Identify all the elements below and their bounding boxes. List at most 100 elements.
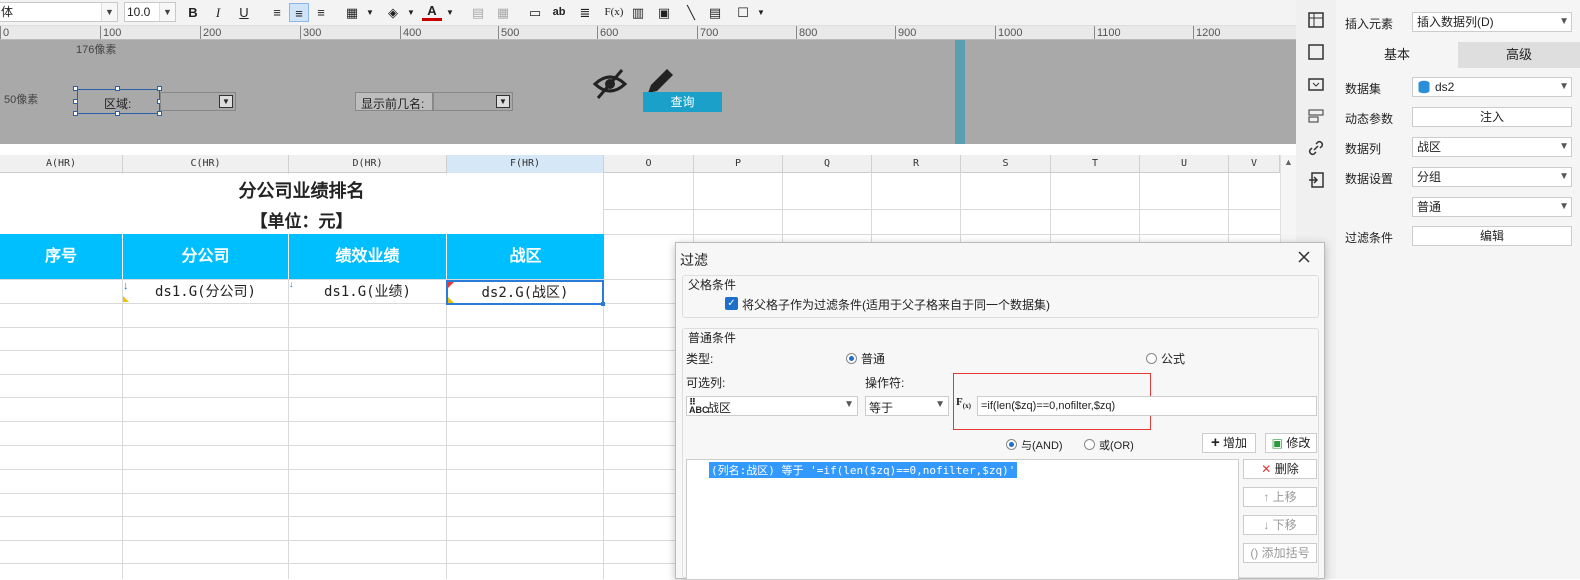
cell-region-selected[interactable]: ds2.G(战区) <box>446 280 604 305</box>
parent-checkbox[interactable]: ✓ <box>725 297 738 310</box>
radio-icon[interactable] <box>1146 353 1157 364</box>
delete-button[interactable]: ✕ 删除 <box>1243 459 1317 479</box>
column-header[interactable]: C(HR) <box>123 155 289 173</box>
chevron-down-icon[interactable]: ▼ <box>1559 168 1569 186</box>
chevron-down-icon[interactable]: ▼ <box>1559 13 1569 31</box>
cell-element-icon[interactable] <box>1308 12 1324 28</box>
sub-report-icon[interactable]: ▤ <box>705 3 725 22</box>
data-setting-select[interactable]: 分组 ▼ <box>1412 167 1572 187</box>
resize-handle[interactable] <box>73 99 78 104</box>
resize-handle[interactable] <box>115 111 120 116</box>
header-cell-region[interactable]: 战区 <box>447 234 604 279</box>
column-header-selected[interactable]: F(HR) <box>447 155 604 173</box>
italic-button[interactable]: I <box>208 3 228 22</box>
cell-performance[interactable]: ds1.G(业绩) <box>289 280 446 304</box>
header-cell-index[interactable]: 序号 <box>0 234 122 279</box>
border-icon[interactable]: ▦ <box>342 3 362 22</box>
column-header[interactable]: S <box>961 155 1051 173</box>
data-column-select[interactable]: 战区 ▼ <box>1412 137 1572 157</box>
or-radio[interactable]: 或(OR) <box>1084 437 1134 453</box>
column-header[interactable]: T <box>1051 155 1140 173</box>
font-color-button[interactable]: A <box>422 3 442 21</box>
image-icon[interactable]: ▣ <box>654 3 674 22</box>
modify-button[interactable]: ▣ 修改 <box>1265 433 1317 453</box>
chevron-down-icon[interactable]: ▼ <box>401 3 421 22</box>
operator-select[interactable]: 等于 ▼ <box>865 396 949 416</box>
chevron-down-icon[interactable]: ▼ <box>440 3 460 22</box>
chevron-down-icon[interactable]: ▼ <box>1559 78 1569 96</box>
cell-style-icon[interactable] <box>1308 44 1324 60</box>
radio-selected-icon[interactable] <box>846 353 857 364</box>
fill-handle[interactable] <box>601 302 605 306</box>
import-icon[interactable] <box>1308 172 1324 188</box>
resize-handle[interactable] <box>73 111 78 116</box>
formula-icon[interactable]: F(x) <box>956 396 971 410</box>
chevron-down-icon[interactable]: ▼ <box>101 3 117 21</box>
report-title[interactable]: 分公司业绩排名 <box>0 174 603 210</box>
header-cell-branch[interactable]: 分公司 <box>123 234 288 279</box>
merge-cells-icon[interactable]: ▤ <box>468 3 488 22</box>
chevron-down-icon[interactable]: ▼ <box>159 3 175 21</box>
chevron-down-icon[interactable]: ▼ <box>496 95 510 108</box>
formula-input[interactable]: =if(len($zq)==0,nofilter,$zq) <box>977 396 1317 416</box>
move-down-button[interactable]: ↓ 下移 <box>1243 515 1317 535</box>
column-header[interactable]: V <box>1229 155 1280 173</box>
column-header[interactable]: Q <box>783 155 872 173</box>
chevron-down-icon[interactable]: ▼ <box>844 399 854 410</box>
font-size-select[interactable]: 10.0 ▼ <box>124 2 176 22</box>
add-button[interactable]: + 增加 <box>1202 433 1256 453</box>
frame-icon[interactable]: ☐ <box>733 3 753 22</box>
chart-icon[interactable]: ▥ <box>628 3 648 22</box>
hyperlink-icon[interactable] <box>1308 140 1324 156</box>
resize-handle[interactable] <box>157 86 162 91</box>
column-header[interactable]: O <box>604 155 694 173</box>
font-name-select[interactable]: 体 ▼ <box>0 2 118 22</box>
widget-icon[interactable] <box>1308 108 1324 124</box>
fill-color-icon[interactable]: ◈ <box>383 3 403 22</box>
bold-button[interactable]: B <box>183 3 203 22</box>
resize-handle[interactable] <box>73 86 78 91</box>
align-right-icon[interactable]: ≡ <box>311 3 331 22</box>
inject-button[interactable]: 注入 <box>1412 107 1572 127</box>
align-left-icon[interactable]: ≡ <box>267 3 287 22</box>
cell-attribute-icon[interactable] <box>1308 76 1324 92</box>
eye-slash-icon[interactable] <box>592 68 628 100</box>
column-header[interactable]: P <box>694 155 783 173</box>
chevron-down-icon[interactable]: ▼ <box>935 399 945 410</box>
header-cell-performance[interactable]: 绩效业绩 <box>289 234 446 279</box>
column-header[interactable]: R <box>872 155 961 173</box>
cell-branch[interactable]: ds1.G(分公司) <box>123 280 288 304</box>
chevron-down-icon[interactable]: ▼ <box>219 95 233 108</box>
radio-selected-icon[interactable] <box>1006 439 1017 450</box>
chevron-down-icon[interactable]: ▼ <box>1559 138 1569 156</box>
topn-combo[interactable]: ▼ <box>433 92 513 111</box>
text-tool-button[interactable]: ab <box>549 3 569 22</box>
dataset-select[interactable]: ds2 ▼ <box>1412 77 1572 97</box>
link-icon[interactable]: ▭ <box>525 3 545 22</box>
edit-filter-button[interactable]: 编辑 <box>1412 226 1572 246</box>
column-header[interactable]: D(HR) <box>289 155 447 173</box>
close-icon[interactable] <box>1297 250 1311 264</box>
resize-handle[interactable] <box>115 86 120 91</box>
move-up-button[interactable]: ↑ 上移 <box>1243 487 1317 507</box>
split-cells-icon[interactable]: ▦ <box>493 3 513 22</box>
tab-basic[interactable]: 基本 <box>1336 42 1458 68</box>
align-center-icon[interactable]: ≡ <box>289 3 309 22</box>
chevron-down-icon[interactable]: ▼ <box>360 3 380 22</box>
insert-element-select[interactable]: 插入数据列(D) ▼ <box>1412 12 1572 32</box>
chevron-down-icon[interactable]: ▼ <box>1559 198 1569 216</box>
and-radio[interactable]: 与(AND) <box>1006 437 1063 453</box>
chevron-down-icon[interactable]: ▼ <box>751 3 771 22</box>
report-unit[interactable]: 【单位：元】 <box>0 210 603 234</box>
query-button[interactable]: 查询 <box>643 92 722 112</box>
tab-advanced[interactable]: 高级 <box>1458 42 1580 68</box>
formula-button[interactable]: F(x) <box>603 3 625 22</box>
radio-icon[interactable] <box>1084 439 1095 450</box>
slash-icon[interactable]: ╲ <box>681 3 701 22</box>
region-combo[interactable]: ▼ <box>160 92 236 111</box>
scroll-up-icon[interactable]: ▲ <box>1284 157 1293 167</box>
column-header[interactable]: U <box>1140 155 1229 173</box>
type-formula-radio[interactable]: 公式 <box>1146 350 1185 367</box>
condition-list[interactable]: (列名:战区) 等于 '=if(len($zq)==0,nofilter,$zq… <box>686 459 1239 580</box>
underline-button[interactable]: U <box>234 3 254 22</box>
